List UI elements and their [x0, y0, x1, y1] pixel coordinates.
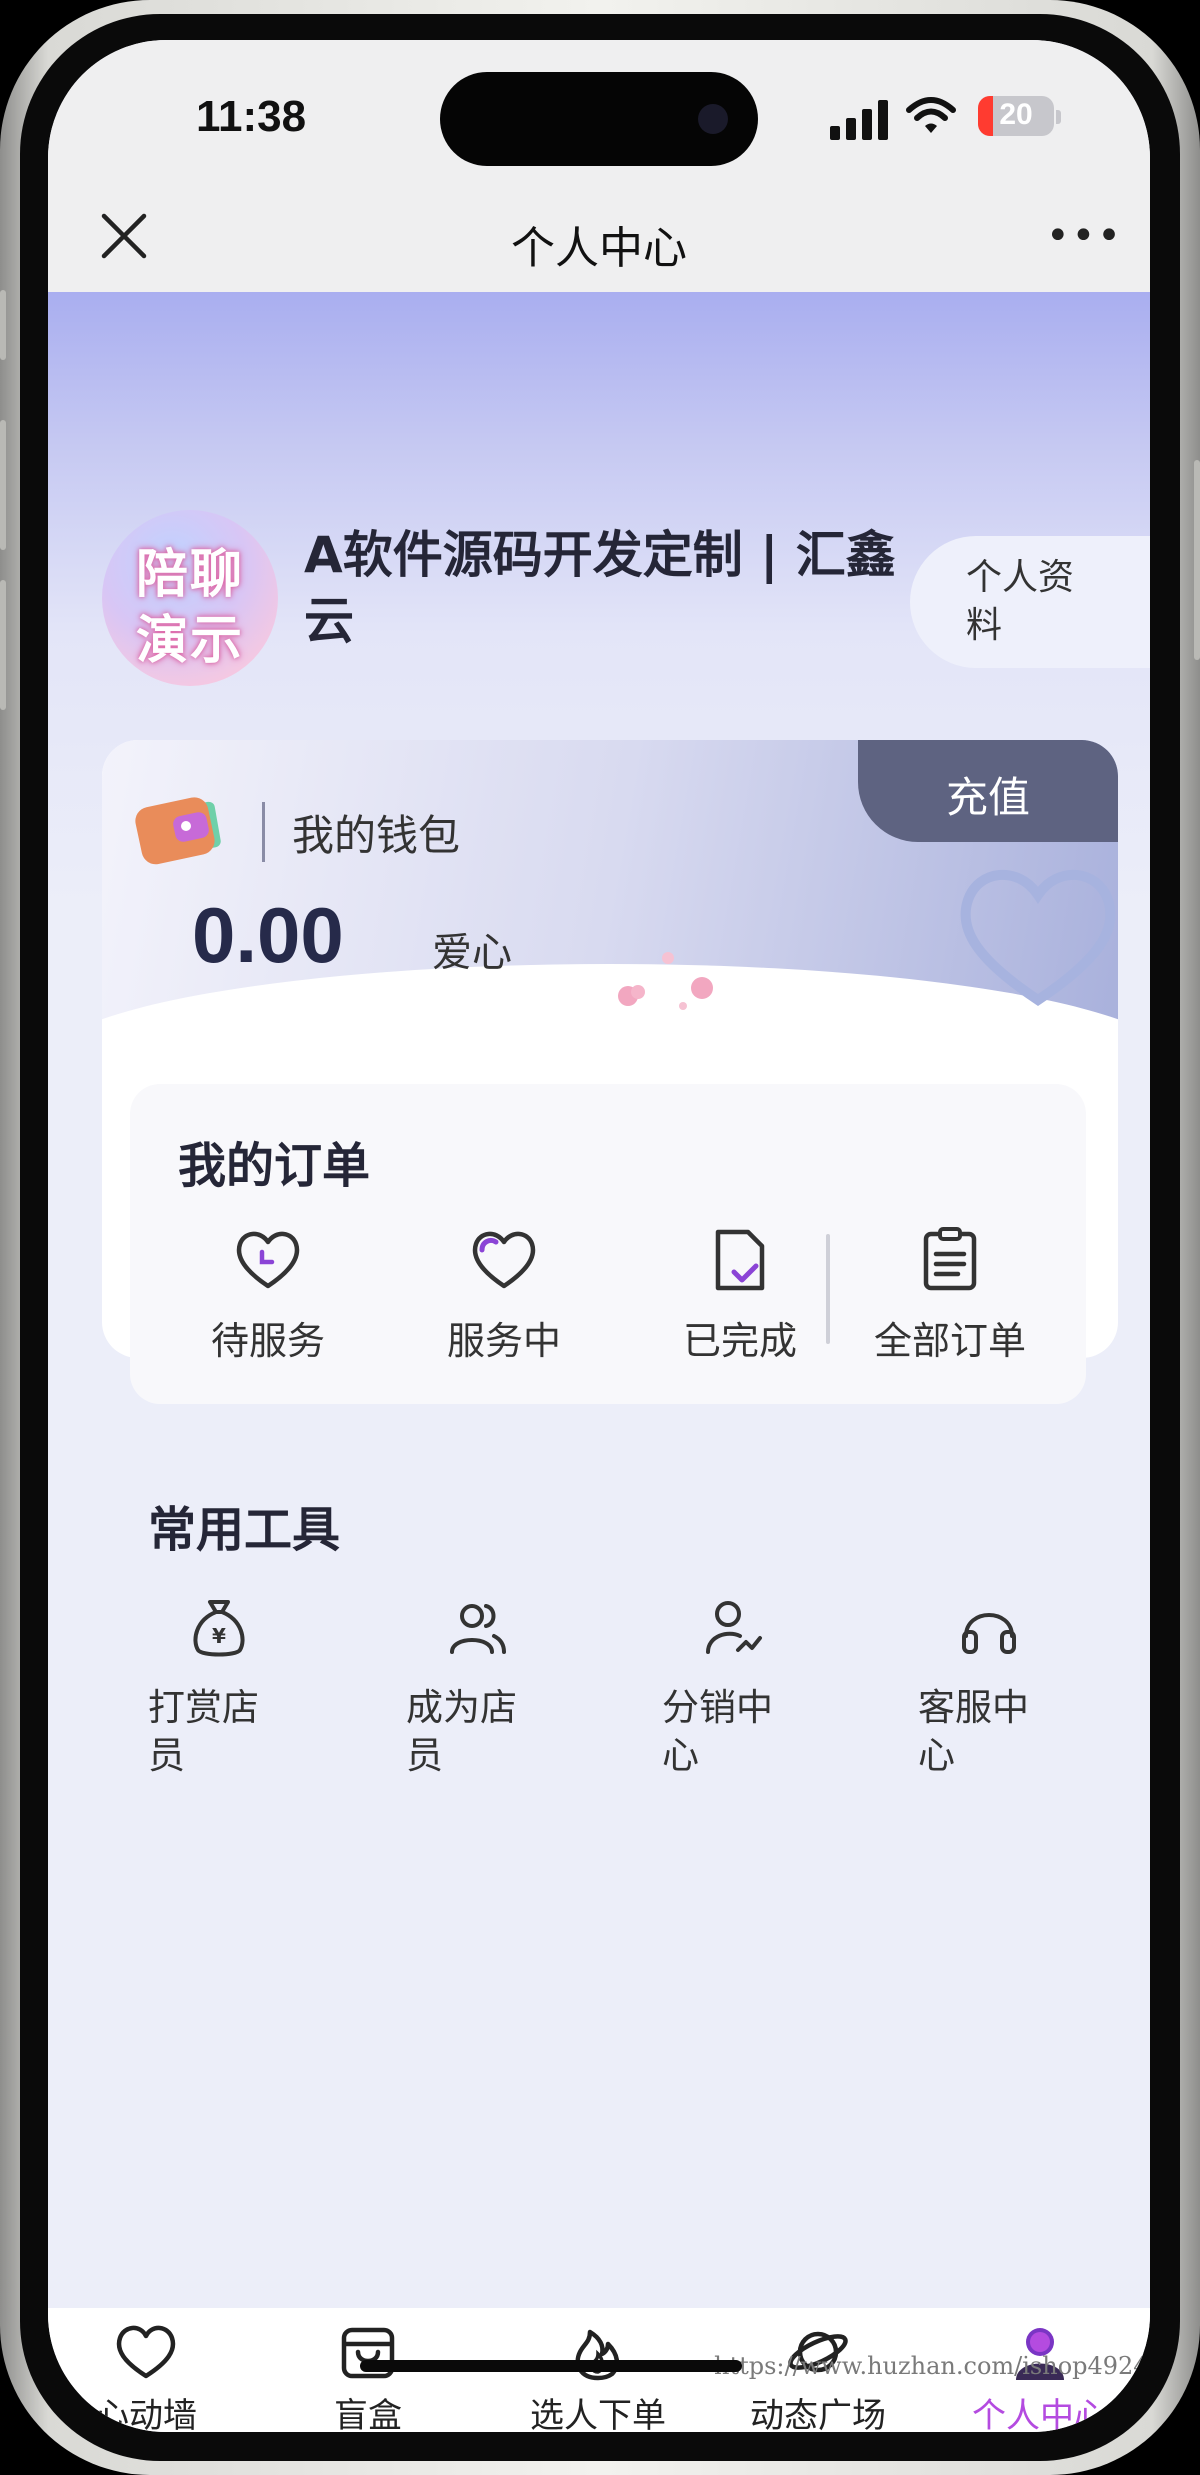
tool-distribution-center[interactable]: 分销中心	[662, 1596, 842, 1796]
status-bar: 11:38 20	[48, 40, 1150, 180]
tool-become-staff-label: 成为店员	[406, 1686, 517, 1777]
shopping-bag-icon	[341, 2327, 395, 2379]
heart-clock-icon	[236, 1231, 300, 1289]
more-icon[interactable]: •••	[1046, 216, 1121, 256]
order-pending-label: 待服务	[210, 1319, 325, 1363]
wallet-divider	[262, 802, 265, 862]
camera-icon	[698, 104, 728, 134]
clipboard-list-icon	[923, 1227, 977, 1291]
dynamic-island	[440, 72, 758, 166]
tab-moments-square-label: 动态广场	[750, 2396, 886, 2432]
tab-heart-wall[interactable]: 心动墙	[48, 2308, 256, 2432]
side-button	[0, 290, 6, 360]
wallet-balance-unit: 爱心	[432, 930, 512, 976]
battery-nub	[1056, 110, 1061, 124]
heart-progress-icon	[472, 1231, 536, 1289]
avatar[interactable]: 陪聊 演示	[102, 510, 278, 686]
tab-personal-center-label: 个人中心	[972, 2396, 1108, 2432]
tab-heart-wall-label: 心动墙	[95, 2396, 197, 2432]
recharge-button[interactable]: 充值	[858, 740, 1118, 842]
tools-title: 常用工具	[148, 1502, 341, 1558]
order-completed-label: 已完成	[682, 1319, 797, 1363]
wallet-icon	[135, 797, 221, 865]
order-in-service-label: 服务中	[446, 1319, 561, 1363]
orders-card: 我的订单 待服务 服务中 已完成 全部订单	[130, 1084, 1086, 1404]
wallet-balance: 0.00	[192, 891, 344, 979]
money-bag-icon: ¥	[193, 1600, 245, 1657]
order-all-label: 全部订单	[873, 1319, 1026, 1363]
signal-icon	[830, 100, 888, 140]
order-all[interactable]: 全部订单	[840, 1224, 1060, 1374]
tool-become-staff[interactable]: 成为店员	[406, 1596, 586, 1796]
profile-info-button[interactable]: 个人资料	[910, 536, 1150, 668]
watermark: https://www.huzhan.com/ishop49246	[714, 2352, 1150, 2380]
recharge-label: 充值	[945, 773, 1030, 822]
tool-tip-staff-label: 打赏店员	[148, 1686, 259, 1777]
pink-hearts-decoration	[618, 952, 713, 1010]
wifi-icon	[906, 97, 956, 133]
power-button	[1194, 460, 1200, 660]
order-in-service[interactable]: 服务中	[394, 1224, 614, 1374]
heart-decoration-icon	[960, 869, 1116, 1007]
volume-down-button	[0, 580, 6, 710]
page-title: 个人中心	[511, 223, 687, 274]
avatar-text-top: 陪聊	[135, 545, 244, 605]
avatar-text-bottom: 演示	[135, 611, 244, 671]
order-completed[interactable]: 已完成	[630, 1224, 850, 1374]
volume-up-button	[0, 420, 6, 550]
users-icon	[450, 1604, 506, 1654]
tool-distribution-center-label: 分销中心	[662, 1686, 773, 1777]
order-pending-service[interactable]: 待服务	[158, 1224, 378, 1374]
navigation-bar: 个人中心 •••	[48, 180, 1150, 292]
document-check-icon	[715, 1229, 765, 1291]
user-share-icon	[706, 1601, 762, 1654]
orders-divider	[826, 1234, 830, 1344]
flame-icon	[575, 2329, 620, 2381]
screen: 11:38 20 个人中心 ••• 陪聊 演示 A软件源码开发定制 | 汇鑫云 …	[48, 40, 1150, 2432]
home-indicator[interactable]	[360, 2360, 742, 2372]
user-name: A软件源码开发定制 | 汇鑫云	[304, 526, 896, 650]
heart-icon	[116, 2325, 176, 2379]
headset-icon	[962, 1613, 1016, 1654]
battery-icon: 20	[978, 96, 1054, 136]
tool-customer-service-label: 客服中心	[918, 1686, 1029, 1777]
tab-blind-box-label: 盲盒	[334, 2396, 402, 2432]
tab-choose-order-label: 选人下单	[530, 2396, 666, 2432]
tool-tip-staff[interactable]: ¥ 打赏店员	[148, 1596, 328, 1796]
tool-customer-service[interactable]: 客服中心	[918, 1596, 1098, 1796]
profile-info-label: 个人资料	[966, 557, 1075, 646]
wallet-title: 我的钱包	[292, 811, 461, 860]
status-time: 11:38	[196, 92, 307, 141]
battery-text: 20	[999, 98, 1033, 131]
svg-text:¥: ¥	[212, 1624, 226, 1648]
orders-title: 我的订单	[178, 1138, 371, 1194]
